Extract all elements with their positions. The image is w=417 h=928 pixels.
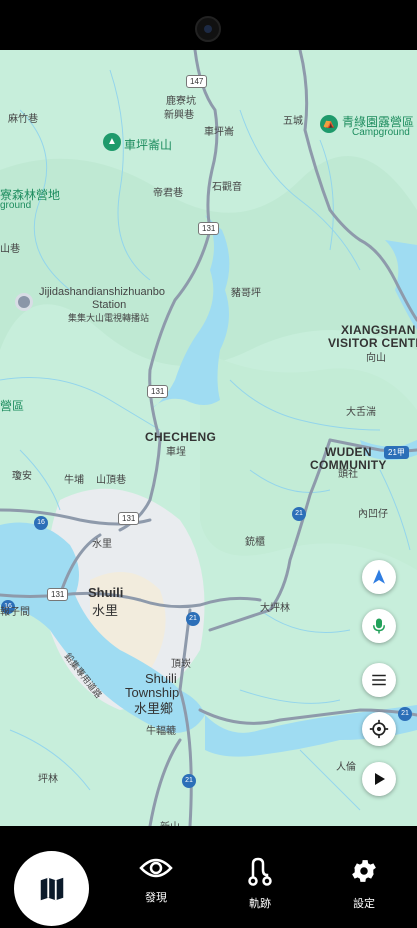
place-label: 坪林 xyxy=(38,774,58,785)
route-marker: 21 xyxy=(398,707,412,721)
place-label: 人倫 xyxy=(336,762,356,773)
poi-sub-label: ground xyxy=(0,200,32,211)
place-label: Shuili xyxy=(88,585,124,600)
place-label: 新興巷 xyxy=(164,110,194,121)
station-label-line2: Station xyxy=(92,299,127,311)
place-label: 大坪林 xyxy=(260,603,290,614)
place-label: 向山 xyxy=(366,353,386,364)
route-marker: 21 xyxy=(186,612,200,626)
mountain-icon[interactable]: ▲ xyxy=(103,133,121,151)
route-icon xyxy=(248,857,272,886)
route-shield: 131 xyxy=(147,385,169,398)
place-label: XIANGSHAN xyxy=(341,323,416,337)
place-label: 牛埔 xyxy=(64,475,84,486)
place-label: 水里鄉 xyxy=(134,701,174,716)
campground-icon[interactable]: ⛺ xyxy=(320,115,338,133)
place-label: 牛輻轆 xyxy=(146,726,176,737)
map-icon xyxy=(40,877,63,900)
route-shield: 131 xyxy=(118,512,140,525)
place-label: 山巷 xyxy=(0,244,20,255)
place-label: WUDEN xyxy=(325,445,372,459)
poi-label[interactable]: 車坪崙山 xyxy=(124,136,172,153)
microphone-icon xyxy=(373,618,385,634)
poi-label[interactable]: 營區 xyxy=(0,397,24,414)
place-label: 瓊安 xyxy=(12,471,32,482)
play-icon xyxy=(375,773,385,785)
eye-icon xyxy=(139,858,173,878)
crosshair-icon xyxy=(369,719,389,739)
location-pin-icon[interactable] xyxy=(15,293,33,311)
station-label-line1[interactable]: Jijidashandianshizhuanbo xyxy=(39,286,165,298)
bottom-navigation: 發現 軌跡 設定 xyxy=(0,826,417,928)
place-label: 水里 xyxy=(92,603,119,618)
place-label: 水里 xyxy=(92,539,112,550)
compass-button[interactable] xyxy=(362,560,396,594)
route-marker: 21 xyxy=(292,507,306,521)
map-view[interactable]: 147 131 131 131 131 16 16 21 21 21 21 21… xyxy=(0,50,417,826)
nav-tracks-label: 軌跡 xyxy=(249,897,271,910)
place-label: 帝君巷 xyxy=(153,188,183,199)
place-label: 石觀音 xyxy=(212,182,242,193)
navigation-arrow-icon xyxy=(373,569,385,584)
route-shield: 147 xyxy=(186,75,208,88)
station-label-line3: 集集大山電視轉播站 xyxy=(68,313,150,323)
nav-tracks[interactable]: 軌跡 xyxy=(230,856,290,911)
place-label: 車坪崙 xyxy=(204,127,234,138)
nav-map-button[interactable] xyxy=(14,851,89,926)
campground-sub-label: Campground xyxy=(352,127,410,138)
nav-settings[interactable]: 設定 xyxy=(334,856,394,911)
route-shield: 131 xyxy=(198,222,220,235)
voice-button[interactable] xyxy=(362,609,396,643)
place-label: 五城 xyxy=(283,116,303,127)
nav-discover[interactable]: 發現 xyxy=(126,856,186,905)
place-label: 頭社 xyxy=(338,469,358,480)
place-label: 頂崁 xyxy=(171,659,191,670)
gear-icon xyxy=(352,860,376,882)
place-label: 山頂巷 xyxy=(96,475,126,486)
place-label: 銃櫃 xyxy=(245,537,265,548)
route-marker: 21 xyxy=(182,774,196,788)
menu-button[interactable] xyxy=(362,663,396,697)
place-label: Shuili xyxy=(145,671,177,686)
place-label: 鹿寮坑 xyxy=(166,96,196,107)
locate-button[interactable] xyxy=(362,712,396,746)
route-shield: 131 xyxy=(47,588,69,601)
place-label: 大舌湍 xyxy=(346,407,376,418)
place-label: 報子間 xyxy=(0,607,30,618)
place-label: CHECHENG xyxy=(145,430,217,444)
place-label: 內凹仔 xyxy=(358,509,388,520)
play-button[interactable] xyxy=(362,762,396,796)
menu-icon xyxy=(372,674,386,686)
place-label: 車埕 xyxy=(166,447,186,458)
place-label: 豬哥坪 xyxy=(231,288,261,299)
route-marker: 16 xyxy=(34,516,48,530)
nav-discover-label: 發現 xyxy=(145,891,167,904)
place-label: 麻竹巷 xyxy=(8,114,38,125)
nav-settings-label: 設定 xyxy=(353,897,375,910)
place-label: VISITOR CENTER xyxy=(328,336,417,350)
place-label: 新山 xyxy=(160,818,180,826)
front-camera xyxy=(195,16,221,42)
route-shield: 21甲 xyxy=(384,446,409,459)
phone-status-bar xyxy=(0,0,417,50)
